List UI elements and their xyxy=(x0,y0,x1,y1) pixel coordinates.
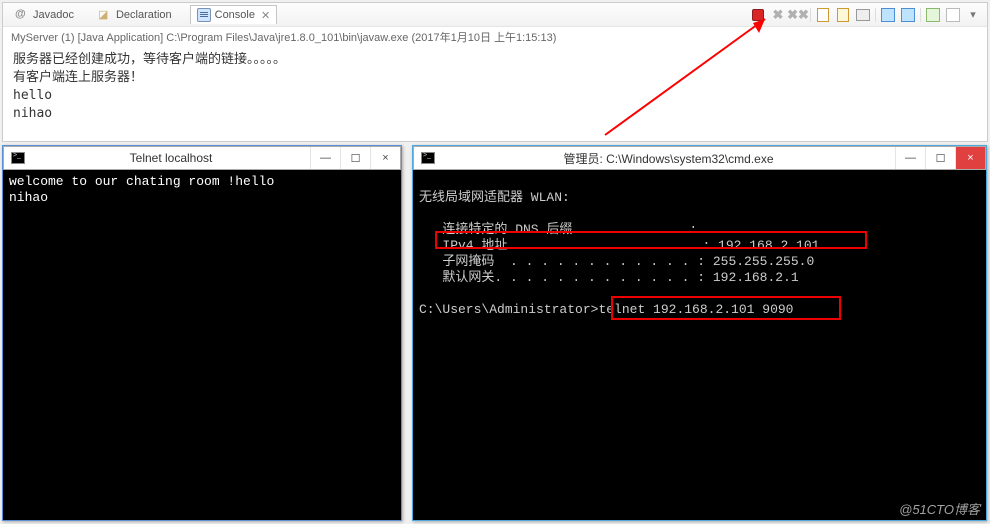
watermark: @51CTO博客 xyxy=(899,499,980,518)
telnet-window: Telnet localhost — ☐ × welcome to our ch… xyxy=(2,145,402,521)
cmd-ipv4-label: IPv4 地址 . . . . . . . . . . . . : xyxy=(419,238,718,253)
sel2-icon xyxy=(901,8,915,22)
cmd-gw-label: 默认网关. . . . . . . . . . . . . : xyxy=(419,270,713,285)
cmd-command: telnet 192.168.2.101 9090 xyxy=(598,302,793,317)
tab-console-label: Console xyxy=(215,9,255,21)
printer-icon xyxy=(856,9,870,21)
display-selected-button[interactable] xyxy=(900,7,916,23)
tab-declaration[interactable]: ◪ Declaration xyxy=(92,6,178,24)
cmd-titlebar[interactable]: 管理员: C:\Windows\system32\cmd.exe — ☐ × xyxy=(413,146,986,170)
remove-launch-button[interactable]: ✖ xyxy=(770,7,786,23)
console-icon xyxy=(197,8,211,22)
declaration-icon: ◪ xyxy=(98,8,112,22)
telnet-cmd-icon xyxy=(10,150,26,166)
stop-icon xyxy=(752,9,764,21)
cmd-adapter-line: 无线局域网适配器 WLAN: xyxy=(419,190,570,205)
tab-console[interactable]: Console ✕ xyxy=(190,5,278,24)
telnet-titlebar[interactable]: Telnet localhost — ☐ × xyxy=(3,146,401,170)
tab-javadoc-label: Javadoc xyxy=(33,9,74,21)
pin-console-button[interactable] xyxy=(880,7,896,23)
telnet-maximize-button[interactable]: ☐ xyxy=(340,147,370,169)
console-dropdown-button[interactable] xyxy=(945,7,961,23)
telnet-title: Telnet localhost xyxy=(32,151,310,165)
cmd-maximize-button[interactable]: ☐ xyxy=(925,147,955,169)
toggle-icon xyxy=(926,8,940,22)
eclipse-tab-bar: @ Javadoc ◪ Declaration Console ✕ ✖ ✖✖ xyxy=(3,3,987,27)
doc2-icon xyxy=(837,8,849,22)
cmd-dns-line: 连接特定的 DNS 后缀 . . . . . . . : xyxy=(419,222,697,237)
cmd-title: 管理员: C:\Windows\system32\cmd.exe xyxy=(442,150,895,167)
tab-declaration-label: Declaration xyxy=(116,9,172,21)
telnet-close-button[interactable]: × xyxy=(370,147,400,169)
cmd-terminal[interactable]: 无线局域网适配器 WLAN: 连接特定的 DNS 后缀 . . . . . . … xyxy=(413,170,986,520)
cmd-ipv4-value: 192.168.2.101 xyxy=(718,238,819,253)
cmd-gw-value: 192.168.2.1 xyxy=(713,270,799,285)
terminate-button[interactable] xyxy=(750,7,766,23)
doc-icon xyxy=(817,8,829,22)
minimize-view-button[interactable]: ▾ xyxy=(965,7,981,23)
cmd-close-button[interactable]: × xyxy=(955,147,985,169)
console-launch-info: MyServer (1) [Java Application] C:\Progr… xyxy=(3,27,987,47)
tab-javadoc[interactable]: @ Javadoc xyxy=(9,6,80,24)
cmd-prompt: C:\Users\Administrator> xyxy=(419,302,598,317)
remove-all-launches-button[interactable]: ✖✖ xyxy=(790,7,806,23)
cmd-icon xyxy=(420,150,436,166)
console-output: 服务器已经创建成功，等待客户端的链接。。。。。 有客户端连上服务器！ hello… xyxy=(3,47,987,127)
open-console-button[interactable] xyxy=(925,7,941,23)
javadoc-icon: @ xyxy=(15,8,29,22)
telnet-minimize-button[interactable]: — xyxy=(310,147,340,169)
eclipse-panel: @ Javadoc ◪ Declaration Console ✕ ✖ ✖✖ xyxy=(2,2,988,142)
cmd-window: 管理员: C:\Windows\system32\cmd.exe — ☐ × 无… xyxy=(412,145,987,521)
console-toolbar: ✖ ✖✖ ▾ xyxy=(750,7,981,23)
telnet-terminal[interactable]: welcome to our chating room !hello nihao xyxy=(3,170,401,520)
tab-close-icon[interactable]: ✕ xyxy=(261,9,270,22)
clear-console-button[interactable] xyxy=(815,7,831,23)
dropdown-icon xyxy=(946,8,960,22)
cmd-mask-label: 子网掩码 . . . . . . . . . . . . : xyxy=(419,254,713,269)
scroll-lock-button[interactable] xyxy=(835,7,851,23)
cmd-minimize-button[interactable]: — xyxy=(895,147,925,169)
cmd-mask-value: 255.255.255.0 xyxy=(713,254,814,269)
pin-icon xyxy=(881,8,895,22)
word-wrap-button[interactable] xyxy=(855,7,871,23)
